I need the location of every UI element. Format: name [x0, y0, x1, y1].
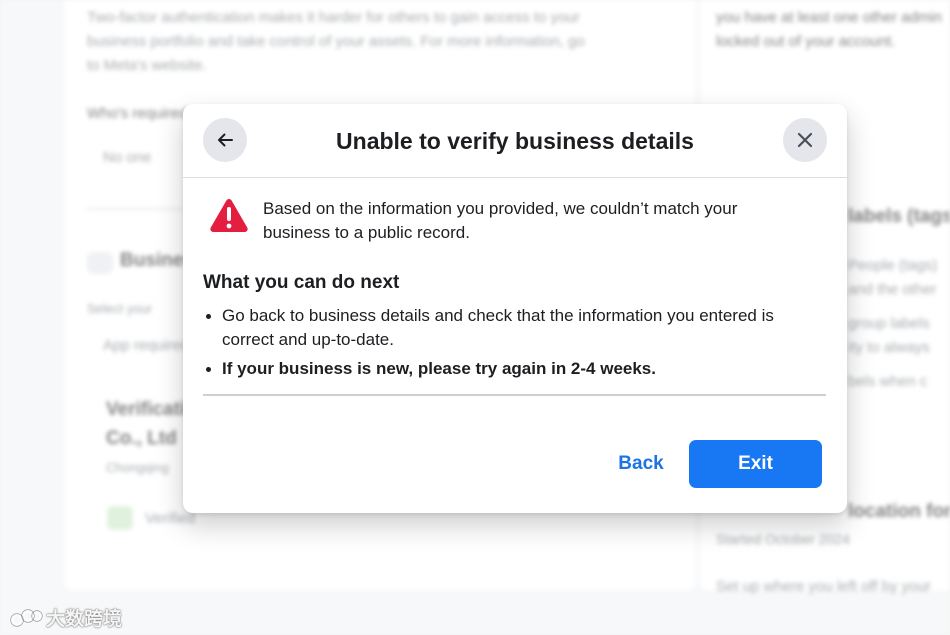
verification-error-dialog: Unable to verify business details Based …: [183, 104, 847, 513]
watermark-logo-icon: [10, 608, 43, 627]
bullet-icon: [206, 367, 211, 372]
dialog-header: Unable to verify business details: [183, 104, 847, 178]
alert-text: Based on the information you provided, w…: [263, 199, 738, 242]
alert-message: Based on the information you provided, w…: [209, 197, 809, 245]
dialog-title: Unable to verify business details: [336, 128, 694, 154]
next-steps-list: Go back to business details and check th…: [203, 304, 823, 386]
step-text: If your business is new, please try agai…: [222, 359, 656, 378]
step-text: Go back to business details and check th…: [222, 306, 774, 349]
exit-button[interactable]: Exit: [689, 440, 822, 488]
close-button[interactable]: [783, 118, 827, 162]
list-item: Go back to business details and check th…: [203, 304, 823, 352]
watermark-text: 大数跨境: [46, 609, 123, 630]
back-button[interactable]: Back: [601, 440, 681, 488]
bullet-icon: [206, 314, 211, 319]
watermark: 大数跨境: [8, 604, 122, 631]
warning-triangle-icon: [210, 199, 248, 232]
close-icon: [797, 132, 813, 148]
list-item: If your business is new, please try agai…: [203, 357, 823, 381]
next-steps-heading: What you can do next: [203, 272, 400, 293]
dialog-divider: [203, 394, 826, 396]
